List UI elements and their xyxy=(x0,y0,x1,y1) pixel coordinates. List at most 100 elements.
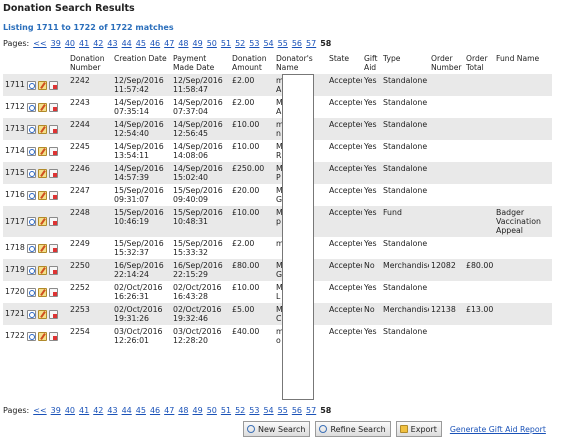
pagination-bottom-page-link[interactable]: 45 xyxy=(136,406,146,415)
edit-icon[interactable] xyxy=(37,190,47,200)
pagination-bottom-page-link[interactable]: 41 xyxy=(79,406,89,415)
pagination-bottom-page-link[interactable]: 47 xyxy=(164,406,174,415)
pagination-top-page-link[interactable]: 51 xyxy=(221,39,231,48)
order-number xyxy=(429,74,464,96)
pagination-bottom-page-link[interactable]: 48 xyxy=(178,406,188,415)
delete-icon[interactable] xyxy=(48,309,58,319)
pagination-bottom-page-link[interactable]: 50 xyxy=(207,406,217,415)
delete-icon[interactable] xyxy=(48,265,58,275)
pagination-bottom-page-link[interactable]: 42 xyxy=(93,406,103,415)
state: Accepted xyxy=(327,303,362,325)
pagination-top-page-link[interactable]: 49 xyxy=(193,39,203,48)
pagination-top-page-link[interactable]: 52 xyxy=(235,39,245,48)
magnifier-icon[interactable] xyxy=(26,124,36,134)
pagination-bottom-page-link[interactable]: 54 xyxy=(263,406,273,415)
edit-icon[interactable] xyxy=(37,217,47,227)
magnifier-icon[interactable] xyxy=(26,331,36,341)
row-id-cell: 1722 xyxy=(3,325,68,347)
pagination-bottom-page-link[interactable]: 52 xyxy=(235,406,245,415)
pagination-bottom-page-link[interactable]: 53 xyxy=(249,406,259,415)
edit-icon[interactable] xyxy=(37,168,47,178)
pagination-top-page-link[interactable]: 55 xyxy=(278,39,288,48)
delete-icon[interactable] xyxy=(48,331,58,341)
pagination-bottom-page-link[interactable]: 43 xyxy=(107,406,117,415)
pagination-bottom-page-link[interactable]: 46 xyxy=(150,406,160,415)
pagination-top-page-link[interactable]: 53 xyxy=(249,39,259,48)
pagination-top-page-link[interactable]: 42 xyxy=(93,39,103,48)
pagination-bottom-page-link[interactable]: 51 xyxy=(221,406,231,415)
delete-icon[interactable] xyxy=(48,124,58,134)
magnifier-icon[interactable] xyxy=(26,309,36,319)
pagination-top-page-link[interactable]: 43 xyxy=(107,39,117,48)
magnifier-icon[interactable] xyxy=(26,287,36,297)
pagination-bottom-page-link[interactable]: 39 xyxy=(51,406,61,415)
donation-number: 2243 xyxy=(68,96,112,118)
donation-amount: £40.00 xyxy=(230,325,274,347)
edit-icon[interactable] xyxy=(37,243,47,253)
pagination-top-page-link[interactable]: 54 xyxy=(263,39,273,48)
pagination-bottom-page-link[interactable]: 56 xyxy=(292,406,302,415)
pagination-top-page-link[interactable]: 45 xyxy=(136,39,146,48)
pagination-top-page-link[interactable]: 57 xyxy=(306,39,316,48)
pagination-top-page-link[interactable]: 50 xyxy=(207,39,217,48)
row-id: 1715 xyxy=(5,168,25,178)
pagination-bottom-page-link[interactable]: 44 xyxy=(122,406,132,415)
delete-icon[interactable] xyxy=(48,287,58,297)
pagination-bottom-page-link[interactable]: 40 xyxy=(65,406,75,415)
pagination-top-current-page: 58 xyxy=(320,39,332,48)
fund-name xyxy=(494,184,552,206)
pagination-top-page-link[interactable]: 47 xyxy=(164,39,174,48)
row-id-cell: 1720 xyxy=(3,281,68,303)
export-button[interactable]: Export xyxy=(395,421,442,437)
creation-date: 02/Oct/2016 16:26:31 xyxy=(112,281,171,303)
magnifier-icon[interactable] xyxy=(26,146,36,156)
pagination-top-page-link[interactable]: 41 xyxy=(79,39,89,48)
pagination-bottom-page-link[interactable]: 49 xyxy=(193,406,203,415)
edit-icon[interactable] xyxy=(37,124,47,134)
pagination-bottom-first-link[interactable]: << xyxy=(33,406,46,415)
edit-icon[interactable] xyxy=(37,331,47,341)
edit-icon[interactable] xyxy=(37,309,47,319)
edit-icon[interactable] xyxy=(37,146,47,156)
pagination-top-first-link[interactable]: << xyxy=(33,39,46,48)
pagination-top-page-link[interactable]: 56 xyxy=(292,39,302,48)
creation-date-line: 15/Sep/2016 xyxy=(114,186,164,195)
magnifier-icon[interactable] xyxy=(26,217,36,227)
gift-aid-report-link[interactable]: Generate Gift Aid Report xyxy=(450,425,546,434)
magnifier-icon[interactable] xyxy=(26,243,36,253)
pagination-top-page-link[interactable]: 44 xyxy=(122,39,132,48)
delete-icon[interactable] xyxy=(48,80,58,90)
delete-icon[interactable] xyxy=(48,243,58,253)
edit-icon[interactable] xyxy=(37,287,47,297)
creation-date-line: 07:35:14 xyxy=(114,107,150,116)
type: Standalone xyxy=(381,74,429,96)
magnifier-icon[interactable] xyxy=(26,102,36,112)
edit-icon[interactable] xyxy=(37,80,47,90)
payment-made-date: 12/Sep/2016 11:58:47 xyxy=(171,74,230,96)
pagination-top-page-link[interactable]: 40 xyxy=(65,39,75,48)
new-search-button[interactable]: New Search xyxy=(243,421,311,437)
table-row: 1714 2245 14/Sep/2016 13:54:11 14/Sep/2016 14… xyxy=(3,140,552,162)
payment-made-date: 14/Sep/2016 12:56:45 xyxy=(171,118,230,140)
delete-icon[interactable] xyxy=(48,102,58,112)
pagination-top-page-link[interactable]: 39 xyxy=(51,39,61,48)
edit-icon[interactable] xyxy=(37,265,47,275)
type: Standalone xyxy=(381,118,429,140)
state: Accepted xyxy=(327,74,362,96)
refine-search-button[interactable]: Refine Search xyxy=(315,421,391,437)
delete-icon[interactable] xyxy=(48,168,58,178)
delete-icon[interactable] xyxy=(48,190,58,200)
pagination-top-page-link[interactable]: 46 xyxy=(150,39,160,48)
magnifier-icon[interactable] xyxy=(26,168,36,178)
page-title: Donation Search Results xyxy=(3,3,135,14)
delete-icon[interactable] xyxy=(48,146,58,156)
delete-icon[interactable] xyxy=(48,217,58,227)
pagination-bottom-page-link[interactable]: 57 xyxy=(306,406,316,415)
magnifier-icon[interactable] xyxy=(26,190,36,200)
order-number xyxy=(429,118,464,140)
pagination-top-page-link[interactable]: 48 xyxy=(178,39,188,48)
edit-icon[interactable] xyxy=(37,102,47,112)
pagination-bottom-page-link[interactable]: 55 xyxy=(278,406,288,415)
magnifier-icon[interactable] xyxy=(26,265,36,275)
magnifier-icon[interactable] xyxy=(26,80,36,90)
